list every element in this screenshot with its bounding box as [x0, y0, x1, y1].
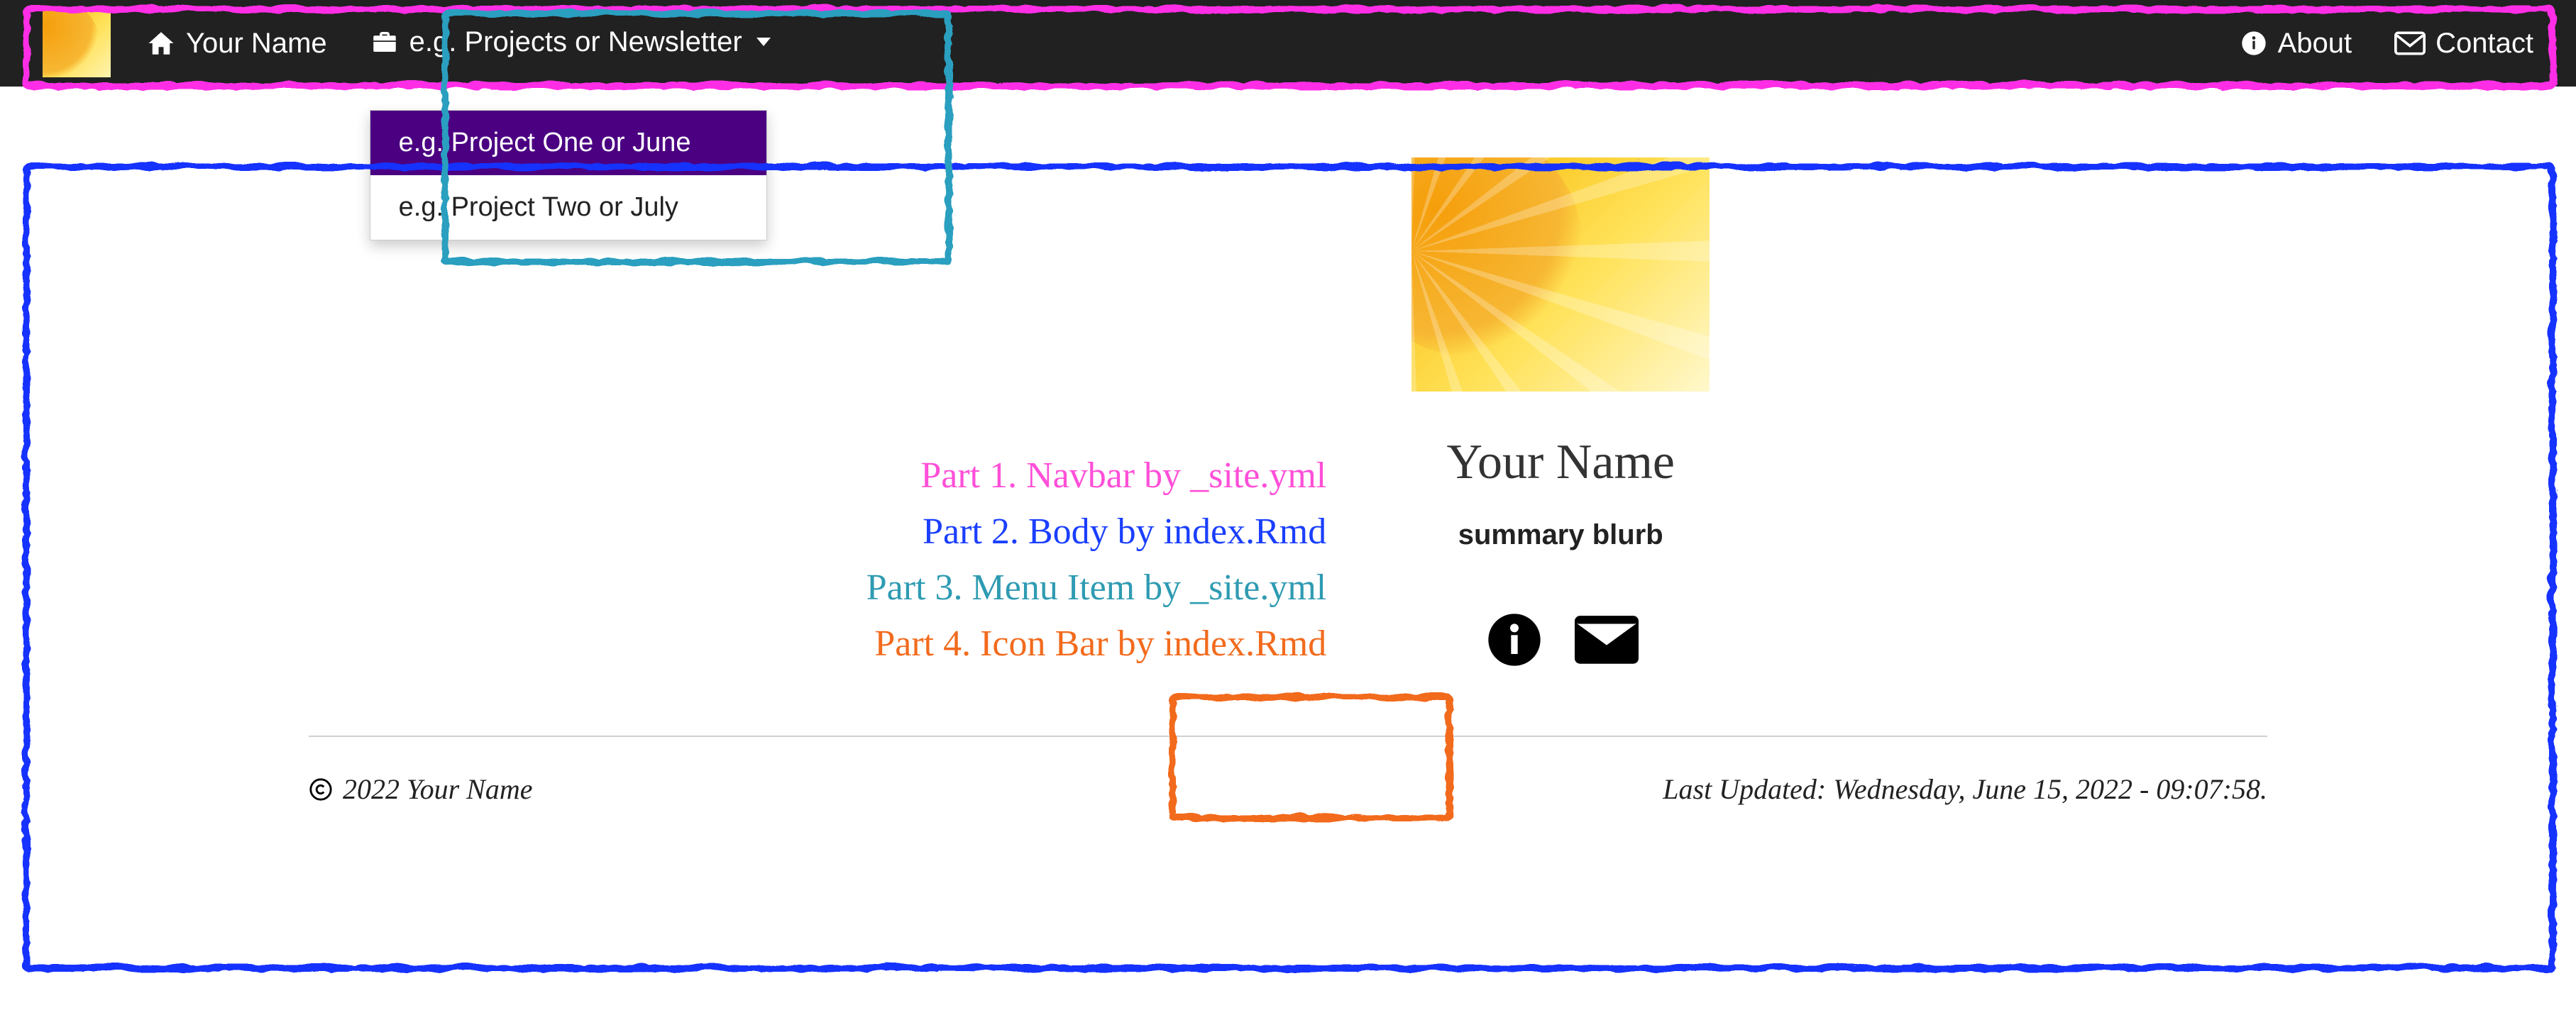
dropdown-item-1[interactable]: e.g. Project One or June: [370, 111, 766, 175]
iconbar-mail-button[interactable]: [1575, 608, 1639, 672]
brand-logo[interactable]: [43, 9, 111, 77]
dropdown-item-2[interactable]: e.g. Project Two or July: [370, 175, 766, 240]
envelope-icon: [1575, 615, 1639, 665]
annotation-part3: Part 3. Menu Item by _site.yml: [866, 567, 1326, 609]
navbar: Your Name e.g. Projects or Newsletter e.…: [0, 0, 2576, 87]
nav-contact[interactable]: Contact: [2394, 28, 2533, 60]
footer-wrap: 2022 Your Name Last Updated: Wednesday, …: [309, 736, 2267, 806]
annotation-part4: Part 4. Icon Bar by index.Rmd: [874, 623, 1326, 665]
briefcase-icon: [370, 27, 400, 57]
annotation-part1: Part 1. Navbar by _site.yml: [920, 455, 1326, 497]
profile-summary: summary blurb: [1458, 519, 1663, 551]
nav-about-label: About: [2278, 28, 2352, 60]
caret-down-icon: [756, 38, 771, 46]
nav-projects-toggle[interactable]: e.g. Projects or Newsletter: [370, 26, 771, 58]
info-circle-icon: [1486, 611, 1543, 668]
iconbar-info-button[interactable]: [1482, 608, 1546, 672]
profile-image: [1411, 157, 1710, 392]
footer-copyright-text: 2022 Your Name: [343, 772, 532, 806]
nav-left-group: Your Name e.g. Projects or Newsletter e.…: [146, 26, 771, 61]
footer-copyright: 2022 Your Name: [309, 772, 532, 806]
icon-bar: [1461, 594, 1660, 686]
profile-name: Your Name: [1446, 434, 1675, 491]
dropdown-item-1-label: e.g. Project One or June: [399, 128, 691, 157]
nav-home-label: Your Name: [186, 28, 327, 60]
nav-contact-label: Contact: [2435, 28, 2533, 60]
envelope-icon: [2394, 31, 2426, 55]
nav-about[interactable]: About: [2240, 28, 2352, 60]
footer-updated: Last Updated: Wednesday, June 15, 2022 -…: [1663, 772, 2267, 806]
annotation-column: Part 1. Navbar by _site.yml Part 2. Body…: [866, 157, 1326, 686]
nav-projects-label: e.g. Projects or Newsletter: [409, 26, 742, 58]
footer: 2022 Your Name Last Updated: Wednesday, …: [309, 737, 2267, 806]
nav-right-group: About Contact: [2240, 28, 2533, 60]
dropdown-menu: e.g. Project One or June e.g. Project Tw…: [370, 110, 767, 240]
info-circle-icon: [2240, 29, 2268, 57]
nav-projects-dropdown[interactable]: e.g. Projects or Newsletter e.g. Project…: [370, 26, 771, 61]
nav-home[interactable]: Your Name: [146, 28, 327, 60]
copyright-icon: [309, 777, 333, 802]
profile-column: Your Name summary blurb: [1411, 157, 1710, 686]
home-icon: [146, 28, 176, 58]
annotation-part2: Part 2. Body by index.Rmd: [923, 511, 1326, 553]
dropdown-item-2-label: e.g. Project Two or July: [399, 192, 678, 222]
